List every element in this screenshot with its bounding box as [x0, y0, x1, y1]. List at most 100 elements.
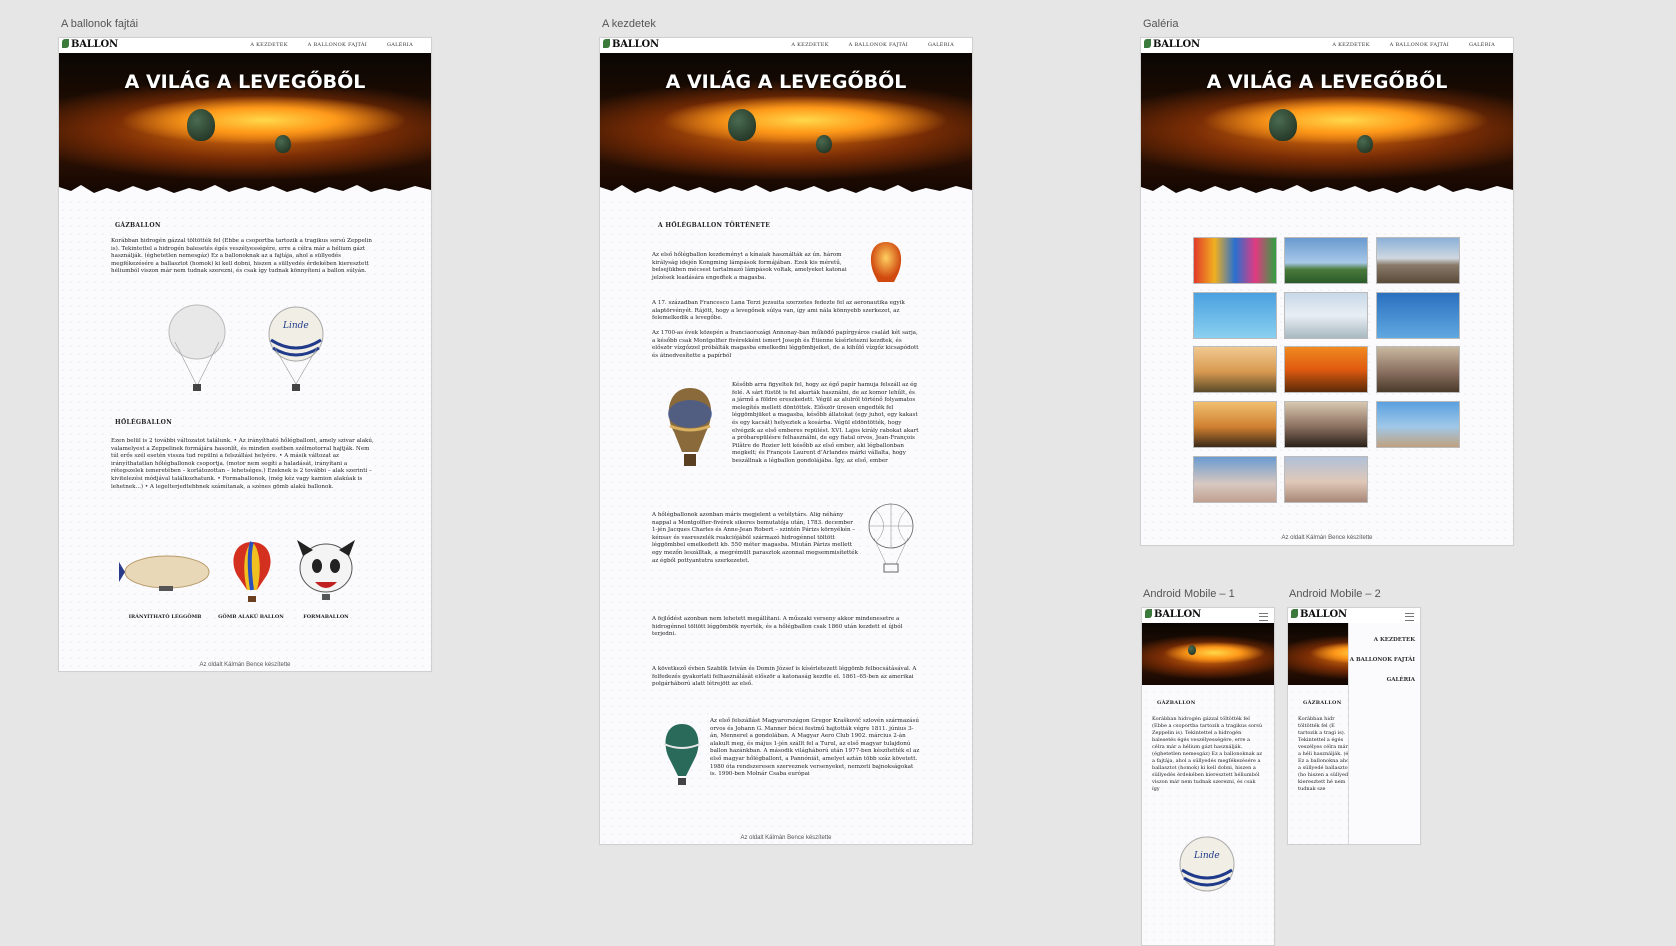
nav-item-kezdetek[interactable]: A KEZDETEK	[1332, 42, 1369, 48]
nav-item-kezdetek[interactable]: A KEZDETEK	[791, 42, 828, 48]
hamburger-icon[interactable]	[1405, 613, 1414, 621]
balloon-leaf-icon	[1145, 609, 1152, 618]
artboard-label-android2[interactable]: Android Mobile – 2	[1289, 588, 1381, 600]
airship-image	[119, 555, 210, 591]
caption-round: GÖMB ALAKÚ BALLON	[218, 614, 284, 620]
gallery-thumb[interactable]	[1284, 237, 1368, 284]
artboard-android1[interactable]: BALLON GÁZBALLON Korábban hidrogén gázza…	[1141, 607, 1275, 946]
top-nav: BALLON A KEZDETEK A BALLONOK FAJTÁI GALÉ…	[1141, 38, 1513, 53]
gallery-thumb[interactable]	[1376, 292, 1460, 339]
linde-balloon-image: Linde	[268, 306, 324, 391]
gallery-thumb[interactable]	[1376, 401, 1460, 448]
nav-item-fajtai[interactable]: A BALLONOK FAJTÁI	[849, 42, 908, 48]
balloon-leaf-icon	[603, 39, 610, 48]
section-title-gazballon: GÁZBALLON	[115, 222, 161, 229]
gallery-thumb[interactable]	[1193, 237, 1277, 284]
gas-balloon-image	[168, 304, 226, 391]
nav-item-galeria[interactable]: GALÉRIA	[928, 42, 954, 48]
mobile-nav-item-kezdetek[interactable]: A KEZDETEK	[1374, 637, 1415, 643]
history-p6: A fejlődést azonban nem lehetett megállí…	[652, 616, 903, 638]
balloon-leaf-icon	[1291, 609, 1298, 618]
hero-banner: A VILÁG A LEVEGŐBŐL	[1141, 53, 1513, 199]
gallery-thumb[interactable]	[1193, 401, 1277, 448]
gallery-thumb[interactable]	[1284, 346, 1368, 393]
history-p1: Az első hőlégballon kezdeményt a kínaiak…	[652, 252, 847, 281]
nav-item-galeria[interactable]: GALÉRIA	[387, 42, 413, 48]
nav-item-fajtai[interactable]: A BALLONOK FAJTÁI	[1390, 42, 1449, 48]
gallery-thumb[interactable]	[1193, 346, 1277, 393]
site-logo[interactable]: BALLON	[1145, 609, 1201, 620]
balloon-silhouette	[275, 135, 291, 153]
site-logo[interactable]: BALLON	[1291, 609, 1347, 620]
artboard-label-gallery[interactable]: Galéria	[1143, 18, 1178, 30]
site-logo[interactable]: BALLON	[603, 39, 659, 50]
balloon-leaf-icon	[62, 39, 69, 48]
history-p2: A 17. században Francesco Lana Terzi jez…	[652, 300, 905, 322]
balloon-silhouette	[1269, 109, 1297, 141]
gallery-thumb[interactable]	[1376, 237, 1460, 284]
history-p8: Az első felszállást Magyarországon Grego…	[710, 718, 920, 778]
mobile-top-nav: BALLON	[1142, 608, 1274, 623]
svg-text:Linde: Linde	[1193, 851, 1220, 861]
mobile-nav-item-fajtai[interactable]: A BALLONOK FAJTÁI	[1350, 657, 1415, 663]
hero-title: A VILÁG A LEVEGŐBŐL	[1206, 71, 1448, 93]
mobile-section-title: GÁZBALLON	[1157, 700, 1196, 706]
top-nav: BALLON A KEZDETEK A BALLONOK FAJTÁI GALÉ…	[600, 38, 972, 53]
gallery-thumb[interactable]	[1284, 292, 1368, 339]
round-balloon-image	[233, 541, 271, 602]
artboard-types[interactable]: BALLON A KEZDETEK A BALLONOK FAJTÁI GALÉ…	[58, 37, 432, 672]
artboard-label-android1[interactable]: Android Mobile – 1	[1143, 588, 1235, 600]
gallery-thumb[interactable]	[1193, 292, 1277, 339]
shape-balloon-image	[297, 540, 355, 600]
nav-links: A KEZDETEK A BALLONOK FAJTÁI GALÉRIA	[773, 42, 954, 48]
section-title-tortenet: A HŐLÉGBALLON TÖRTÉNETE	[658, 222, 771, 229]
site-logo[interactable]: BALLON	[62, 39, 118, 50]
section-title-hoalegballon: HŐLÉGBALLON	[115, 419, 172, 426]
artboard-home[interactable]: BALLON A KEZDETEK A BALLONOK FAJTÁI GALÉ…	[599, 37, 973, 845]
footer: Az oldalt Kálmán Bence készítette	[740, 835, 832, 841]
torn-edge	[1141, 185, 1513, 199]
mobile-section-text: Korábban hidrogén gázzal töltötték fel (…	[1152, 716, 1263, 792]
top-nav: BALLON A KEZDETEK A BALLONOK FAJTÁI GALÉ…	[59, 38, 431, 53]
site-logo[interactable]: BALLON	[1144, 39, 1200, 50]
logo-text: BALLON	[1153, 39, 1200, 50]
hero-title: A VILÁG A LEVEGŐBŐL	[665, 71, 907, 93]
gallery-thumb[interactable]	[1284, 401, 1368, 448]
balloon-silhouette	[816, 135, 832, 153]
nav-links: A KEZDETEK A BALLONOK FAJTÁI GALÉRIA	[1314, 42, 1495, 48]
footer: Az oldalt Kálmán Bence készítette	[1281, 535, 1373, 541]
mobile-section-title: GÁZBALLON	[1303, 700, 1342, 706]
montgolfier-balloon-image	[668, 388, 712, 466]
nav-item-galeria[interactable]: GALÉRIA	[1469, 42, 1495, 48]
balloon-silhouette	[1188, 645, 1196, 655]
gallery-thumb[interactable]	[1376, 346, 1460, 393]
artboard-label-types[interactable]: A ballonok fajtái	[61, 18, 138, 30]
linde-balloon-image: Linde	[1179, 836, 1235, 892]
nav-item-kezdetek[interactable]: A KEZDETEK	[250, 42, 287, 48]
logo-text: BALLON	[1154, 609, 1201, 620]
hero-banner: A VILÁG A LEVEGŐBŐL	[59, 53, 431, 199]
section-text-hoalegballon: Ezen belül is 2 további változatot talál…	[111, 438, 374, 490]
mobile-section-text: Korábban hidr töltötték fel (E tartozik …	[1298, 716, 1351, 792]
history-p5: A hőlégballonok azonban máris megjelent …	[652, 512, 858, 564]
mobile-nav-item-galeria[interactable]: GALÉRIA	[1387, 677, 1415, 683]
hero-banner: A VILÁG A LEVEGŐBŐL	[600, 53, 972, 199]
charles-balloon-drawing	[868, 503, 914, 573]
mobile-menu-panel: A KEZDETEK A BALLONOK FAJTÁI GALÉRIA	[1348, 623, 1420, 844]
logo-text: BALLON	[612, 39, 659, 50]
mobile-top-nav: BALLON	[1288, 608, 1420, 623]
artboard-android2[interactable]: BALLON GÁZBALLON Korábban hidr töltötték…	[1287, 607, 1421, 845]
artboard-gallery[interactable]: BALLON A KEZDETEK A BALLONOK FAJTÁI GALÉ…	[1140, 37, 1514, 546]
balloon-silhouette	[728, 109, 756, 141]
hamburger-icon[interactable]	[1259, 613, 1268, 621]
mobile-hero	[1142, 623, 1274, 685]
nav-item-fajtai[interactable]: A BALLONOK FAJTÁI	[308, 42, 367, 48]
caption-shape: FORMABALLON	[303, 614, 349, 620]
artboard-label-home[interactable]: A kezdetek	[602, 18, 656, 30]
section-text-gazballon: Korábban hidrogén gázzal töltötték fel (…	[111, 238, 372, 275]
gallery-thumb[interactable]	[1284, 456, 1368, 503]
pannonia-balloon-image	[663, 724, 701, 785]
gallery-thumb[interactable]	[1193, 456, 1277, 503]
balloon-leaf-icon	[1144, 39, 1151, 48]
svg-text:Linde: Linde	[282, 321, 309, 331]
